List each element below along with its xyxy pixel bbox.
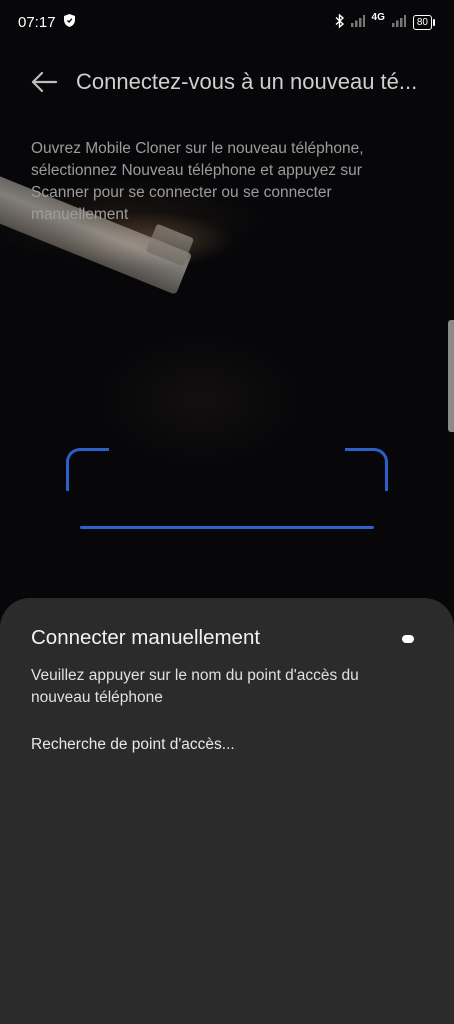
network-type-label: 4G <box>371 11 385 23</box>
page-title: Connectez-vous à un nouveau té... <box>76 69 418 94</box>
header: Connectez-vous à un nouveau té... <box>0 56 454 108</box>
battery-level: 80 <box>416 16 428 28</box>
signal-icon <box>391 14 406 30</box>
sheet-description: Veuillez appuyer sur le nom du point d'a… <box>31 667 359 706</box>
status-time: 07:17 <box>18 13 56 31</box>
scan-corner-top-right <box>345 448 388 491</box>
hotspot-search-status: Recherche de point d'accès... <box>31 736 235 753</box>
loading-indicator <box>402 635 414 643</box>
scan-line <box>80 526 374 529</box>
bluetooth-icon <box>335 12 344 31</box>
arrow-left-icon <box>31 71 57 93</box>
sheet-title: Connecter manuellement <box>31 626 261 649</box>
shield-icon <box>63 13 75 31</box>
manual-connect-sheet: Connecter manuellement Veuillez appuyer … <box>0 598 454 1024</box>
scan-frame <box>66 448 388 538</box>
status-right: 4G 80 <box>335 11 436 31</box>
status-left: 07:17 <box>18 13 75 31</box>
instructions-text: Ouvrez Mobile Cloner sur le nouveau télé… <box>31 140 364 223</box>
side-drawer-handle[interactable] <box>448 320 454 432</box>
signal-icon <box>350 14 365 30</box>
battery-icon: 80 <box>412 14 436 30</box>
scan-corner-top-left <box>66 448 109 491</box>
back-button[interactable] <box>22 60 66 104</box>
status-bar: 07:17 4G 80 <box>0 0 454 44</box>
